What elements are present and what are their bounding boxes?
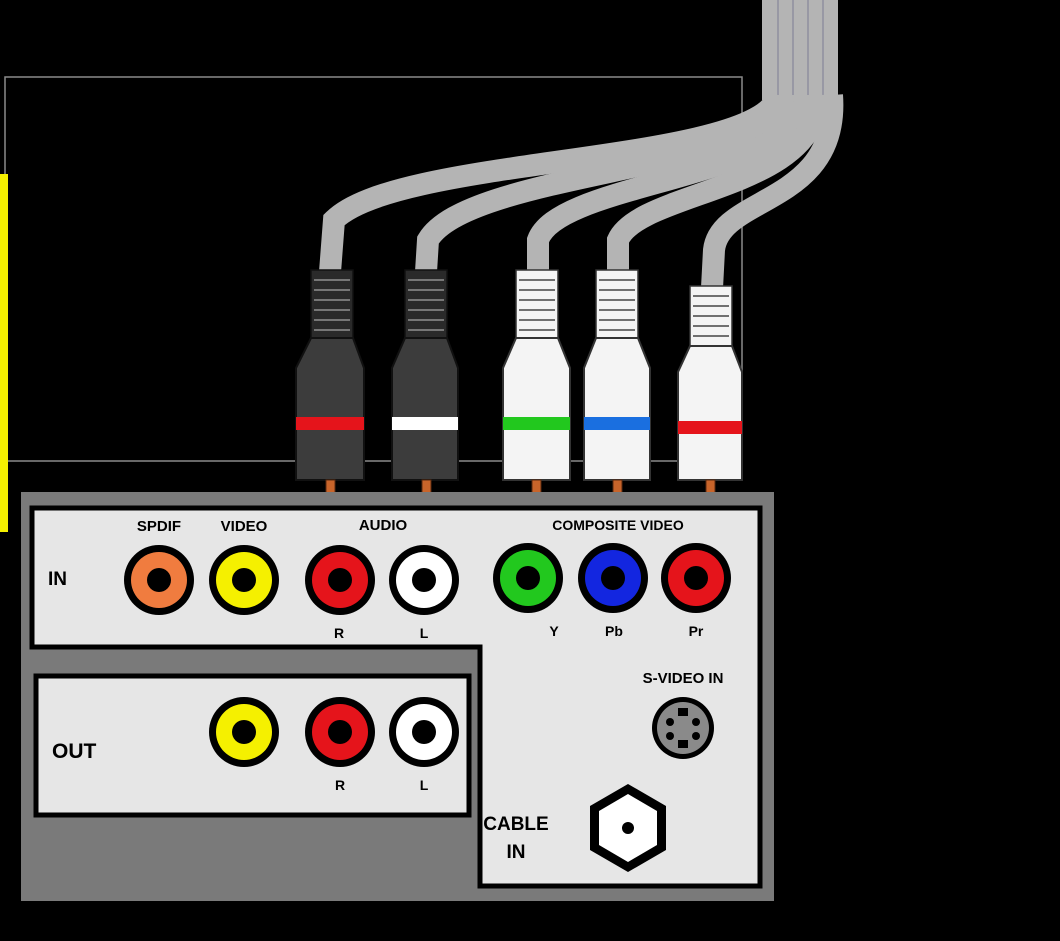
in-audio-l-label: L (420, 625, 429, 641)
y-jack[interactable] (493, 543, 563, 613)
pr-jack[interactable] (661, 543, 731, 613)
video-out-jack[interactable] (209, 697, 279, 767)
pb-jack[interactable] (578, 543, 648, 613)
out-label: OUT (52, 740, 97, 763)
in-audio-r-label: R (334, 625, 344, 641)
out-l-label: L (420, 777, 429, 793)
in-label: IN (48, 569, 67, 590)
cable-in-label-line2: IN (507, 842, 526, 863)
svideo-label: S-VIDEO IN (643, 670, 724, 687)
pr-label: Pr (689, 623, 704, 639)
audio-in-r-jack[interactable] (305, 545, 375, 615)
y-label: Y (549, 623, 559, 639)
av-connection-diagram: IN OUT SPDIF VIDEO AUDIO COMPOSITE VIDEO… (0, 0, 844, 901)
audio-in-l-jack[interactable] (389, 545, 459, 615)
pb-label: Pb (605, 623, 623, 639)
spdif-jack[interactable] (124, 545, 194, 615)
audio-out-r-jack[interactable] (305, 697, 375, 767)
video-label: VIDEO (221, 518, 268, 535)
cable-bundle (762, 0, 838, 100)
svideo-jack[interactable] (652, 697, 714, 759)
out-r-label: R (335, 777, 345, 793)
audio-out-l-jack[interactable] (389, 697, 459, 767)
composite-video-label: COMPOSITE VIDEO (552, 517, 684, 533)
tv-screen-yellow-edge (0, 174, 8, 532)
audio-label: AUDIO (359, 517, 408, 534)
video-in-jack[interactable] (209, 545, 279, 615)
cable-in-label-line1: CABLE (483, 814, 548, 835)
spdif-label: SPDIF (137, 518, 181, 535)
